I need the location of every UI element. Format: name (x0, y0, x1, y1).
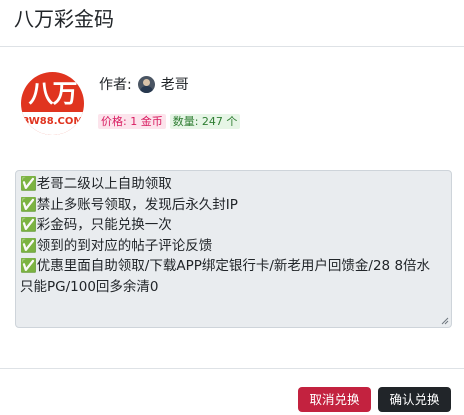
resize-grip-icon[interactable] (441, 317, 449, 325)
logo-text: 八万 (28, 79, 77, 108)
author-row: 作者: 老哥 (99, 74, 189, 94)
confirm-exchange-button[interactable]: 确认兑换 (378, 387, 451, 412)
modal-footer: 取消兑换 确认兑换 (0, 368, 464, 415)
badges: 价格: 1 金币 数量: 247 个 (98, 114, 244, 129)
description-text: ✅老哥二级以上自助领取 ✅禁止多账号领取，发现后永久封IP ✅彩金码，只能兑换一… (20, 176, 431, 295)
product-logo: 八万 BW88.COM (21, 72, 84, 135)
author-label: 作者: (99, 77, 132, 93)
cancel-exchange-button[interactable]: 取消兑换 (298, 387, 371, 412)
author-name: 老哥 (160, 77, 189, 93)
price-badge: 价格: 1 金币 (98, 114, 166, 129)
modal-header: 八万彩金码 (0, 0, 464, 47)
logo-domain: BW88.COM (21, 116, 84, 127)
modal-title: 八万彩金码 (14, 7, 114, 31)
description-textarea[interactable]: ✅老哥二级以上自助领取 ✅禁止多账号领取，发现后永久封IP ✅彩金码，只能兑换一… (15, 170, 452, 328)
author-avatar (137, 75, 155, 93)
quantity-badge: 数量: 247 个 (169, 114, 241, 129)
